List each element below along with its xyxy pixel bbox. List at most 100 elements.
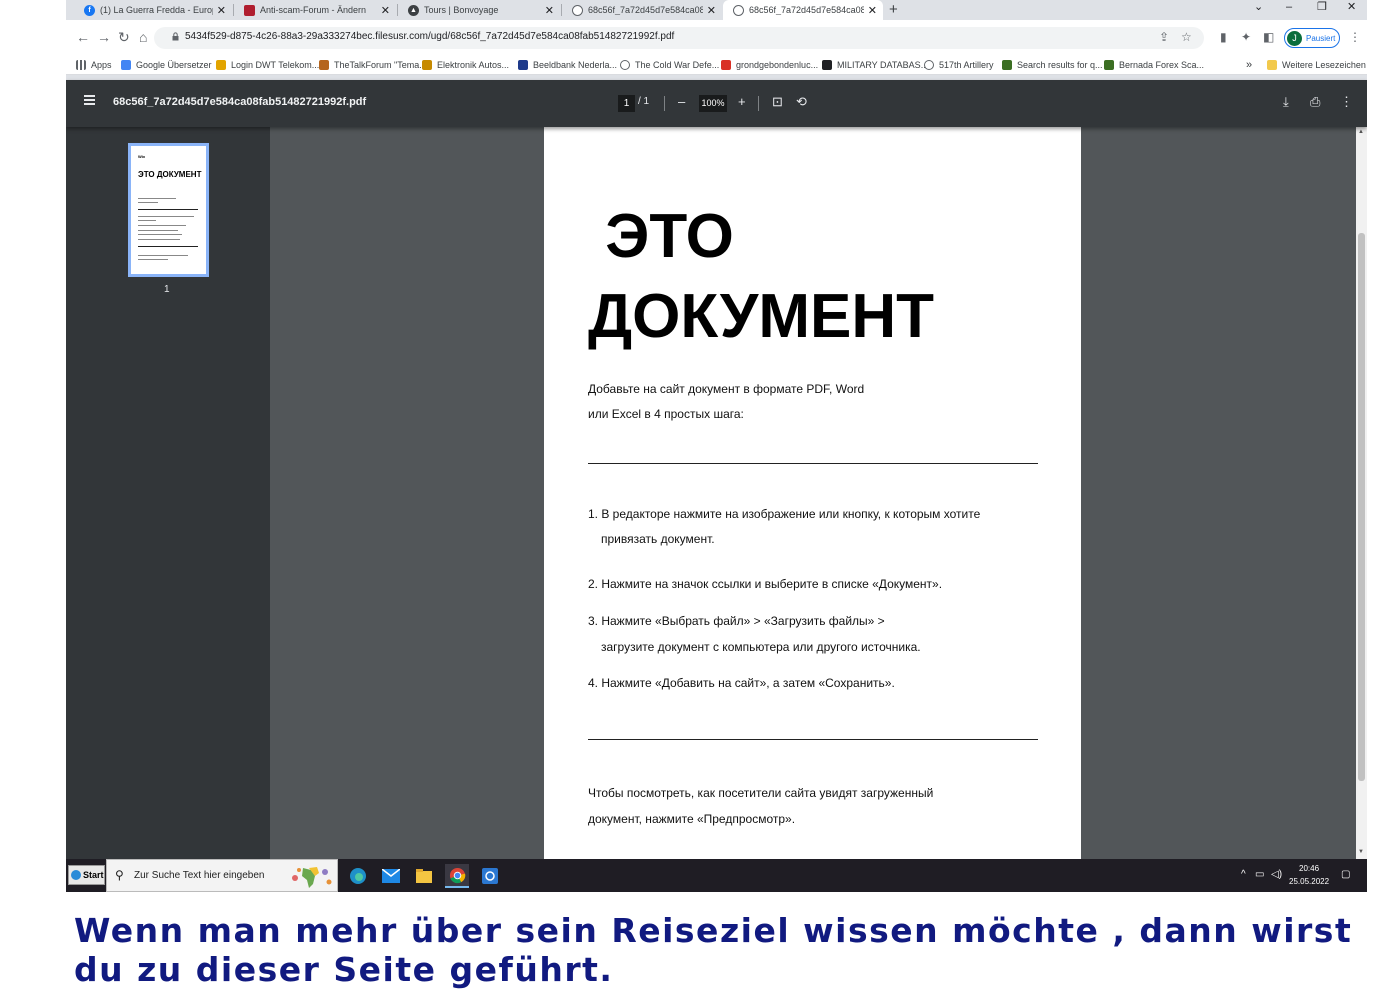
footer-text: Чтобы посмотреть, как посетители сайта у…	[588, 786, 934, 800]
mail-icon[interactable]	[379, 864, 403, 888]
network-icon[interactable]: ▭	[1255, 869, 1264, 880]
scroll-down-icon[interactable]: ▼	[1358, 849, 1364, 855]
bookmark-star-icon[interactable]: ☆	[1181, 30, 1192, 44]
tab-search-icon[interactable]: ⌄	[1254, 0, 1263, 16]
edge-browser-icon[interactable]	[346, 864, 370, 888]
clock-time: 20:46	[1299, 864, 1320, 873]
close-icon[interactable]: ✕	[217, 4, 226, 17]
divider-line	[588, 739, 1038, 740]
tab-pdf-1[interactable]: 68c56f_7a72d45d7e584ca08fab51 ✕	[562, 0, 722, 20]
bookmarks-overflow-button[interactable]: »	[1246, 58, 1252, 72]
thumbnail-line	[138, 259, 168, 260]
reload-icon[interactable]: ↻	[118, 29, 130, 45]
vertical-scrollbar[interactable]: ▲ ▼	[1356, 127, 1367, 859]
page-thumbnail[interactable]: Wix ЭТО ДОКУМЕНТ	[128, 143, 209, 277]
zoom-in-icon[interactable]: +	[738, 94, 746, 110]
pdf-filename: 68c56f_7a72d45d7e584ca08fab51482721992f.…	[113, 96, 367, 108]
close-window-icon[interactable]: ✕	[1347, 0, 1356, 16]
page-number-input[interactable]: 1	[618, 95, 635, 112]
thumbnail-line	[138, 230, 178, 231]
profile-status: Pausiert	[1306, 33, 1336, 43]
app-icon[interactable]	[478, 864, 502, 888]
notifications-icon[interactable]: ▢	[1341, 869, 1350, 880]
print-icon[interactable]: ⎙	[1310, 94, 1320, 110]
more-options-icon[interactable]: ⋮	[1340, 94, 1353, 110]
extension-icon[interactable]: ▮	[1220, 29, 1227, 45]
file-explorer-icon[interactable]	[412, 864, 436, 888]
restore-icon[interactable]: ❐	[1317, 0, 1327, 16]
bookmark-item[interactable]: MILITARY DATABAS...	[822, 58, 928, 72]
volume-icon[interactable]: ◁)	[1271, 869, 1282, 880]
zoom-out-icon[interactable]: –	[678, 94, 685, 110]
footer-text: документ, нажмите «Предпросмотр».	[588, 812, 796, 826]
fit-page-icon[interactable]: ⊡	[772, 94, 783, 110]
thumbnail-page-number: 1	[164, 284, 170, 295]
scroll-up-icon[interactable]: ▲	[1358, 129, 1364, 135]
bookmark-item[interactable]: 517th Artillery	[924, 58, 994, 72]
bookmark-item[interactable]: Beeldbank Nederla...	[518, 58, 617, 72]
menu-kebab-icon[interactable]: ⋮	[1349, 29, 1361, 45]
home-icon[interactable]: ⌂	[139, 29, 147, 45]
clock-date: 25.05.2022	[1289, 877, 1330, 886]
tab-title: 68c56f_7a72d45d7e584ca08fab51	[588, 5, 703, 15]
bookmark-item[interactable]: Search results for q...	[1002, 58, 1103, 72]
puzzle-icon[interactable]: ✦	[1241, 29, 1251, 45]
browser-toolbar: ← → ↻ ⌂ 5434f529-d875-4c26-88a3-29a33327…	[66, 20, 1367, 55]
other-bookmarks[interactable]: Weitere Lesezeichen	[1267, 58, 1366, 72]
tab-pdf-active[interactable]: 68c56f_7a72d45d7e584ca08fab5 ✕	[723, 0, 883, 20]
bookmark-item[interactable]: Bernada Forex Sca...	[1104, 58, 1204, 72]
address-bar[interactable]: 5434f529-d875-4c26-88a3-29a333274bec.fil…	[154, 27, 1204, 49]
tab-title: (1) La Guerra Fredda - Europa | ...	[100, 5, 213, 15]
back-icon[interactable]: ←	[76, 29, 90, 45]
windows-taskbar: Start ⚲ Zur Suche Text hier eingeben ^ ▭…	[66, 859, 1367, 892]
pdf-page: ЭТО ДОКУМЕНТ Добавьте на сайт документ в…	[544, 127, 1081, 859]
show-hidden-icons[interactable]: ^	[1241, 869, 1246, 880]
step-3: 3. Нажмите «Выбрать файл» > «Загрузить ф…	[588, 614, 885, 628]
site-icon	[422, 60, 432, 70]
translate-icon	[121, 60, 131, 70]
site-icon	[319, 60, 329, 70]
thumbnail-line	[138, 225, 186, 226]
step-1: 1. В редакторе нажмите на изображение ил…	[588, 507, 981, 521]
download-icon[interactable]: ⤓	[1283, 94, 1289, 110]
rotate-icon[interactable]: ⟲	[796, 94, 807, 110]
thumbnail-rule	[138, 246, 198, 247]
site-icon	[1002, 60, 1012, 70]
bookmark-item[interactable]: TheTalkForum "Tema...	[319, 58, 427, 72]
tab-facebook[interactable]: f (1) La Guerra Fredda - Europa | ... ✕	[74, 0, 232, 20]
bookmark-item[interactable]: Apps	[76, 58, 112, 72]
new-tab-button[interactable]: +	[889, 1, 898, 19]
tab-bonvoyage[interactable]: ▲ Tours | Bonvoyage ✕	[398, 0, 560, 20]
scrollbar-thumb[interactable]	[1358, 233, 1365, 781]
zoom-input[interactable]: 100%	[699, 95, 727, 112]
share-icon[interactable]: ⇪	[1159, 30, 1169, 44]
close-icon[interactable]: ✕	[545, 4, 554, 17]
tab-anti-scam-forum[interactable]: Anti-scam-Forum - Ändern ✕	[234, 0, 396, 20]
bookmark-item[interactable]: The Cold War Defe...	[620, 58, 719, 72]
menu-icon[interactable]	[84, 95, 95, 105]
close-icon[interactable]: ✕	[868, 4, 877, 17]
minimize-icon[interactable]: –	[1286, 0, 1292, 16]
forward-icon[interactable]: →	[97, 29, 111, 45]
thumbnail-line	[138, 198, 176, 199]
taskbar-search[interactable]: ⚲ Zur Suche Text hier eingeben	[106, 859, 338, 892]
intro-text: или Excel в 4 простых шага:	[588, 407, 744, 421]
start-button[interactable]: Start	[68, 865, 105, 885]
bookmark-item[interactable]: Elektronik Autos...	[422, 58, 509, 72]
chrome-icon[interactable]	[445, 864, 469, 888]
thumbnail-title: ЭТО ДОКУМЕНТ	[138, 170, 202, 179]
bookmark-item[interactable]: Login DWT Telekom...	[216, 58, 319, 72]
step-1-continued: привязать документ.	[601, 532, 715, 546]
thumbnail-line	[138, 255, 188, 256]
profile-button[interactable]: J Pausiert	[1284, 28, 1340, 48]
close-icon[interactable]: ✕	[381, 4, 390, 17]
sidepanel-icon[interactable]: ◧	[1263, 29, 1274, 45]
taskbar-clock[interactable]: 20:46 25.05.2022	[1289, 862, 1329, 888]
pdf-viewer[interactable]: ЭТО ДОКУМЕНТ Добавьте на сайт документ в…	[270, 127, 1356, 859]
bookmark-item[interactable]: grondgebondenluc...	[721, 58, 818, 72]
windows-logo-icon	[71, 870, 81, 880]
bookmarks-bar: Apps Google Übersetzer Login DWT Telekom…	[66, 55, 1367, 75]
bookmark-item[interactable]: Google Übersetzer	[121, 58, 212, 72]
close-icon[interactable]: ✕	[707, 4, 716, 17]
thumbnail-line	[138, 239, 180, 240]
